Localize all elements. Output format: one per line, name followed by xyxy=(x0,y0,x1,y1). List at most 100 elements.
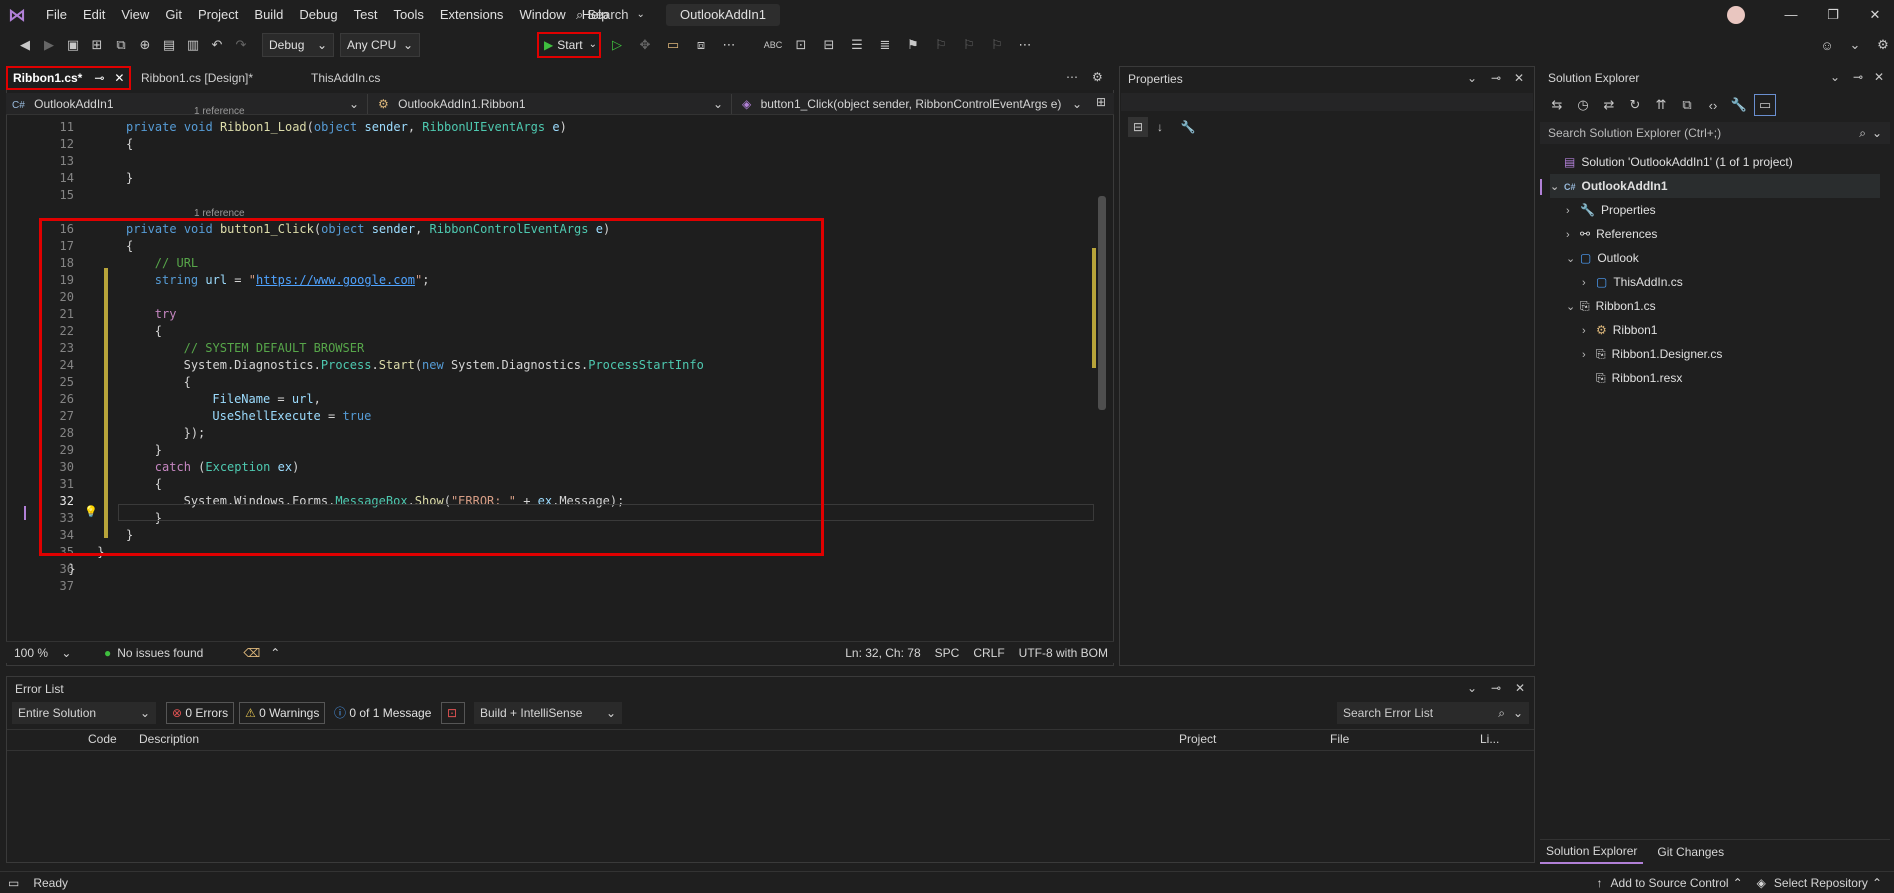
spell-check-icon[interactable]: ABC xyxy=(762,34,784,56)
visual-studio-logo-icon[interactable]: ⋈ xyxy=(6,5,28,25)
chevron-down-icon[interactable]: ⌄ xyxy=(1830,70,1840,84)
menu-git[interactable]: Git xyxy=(157,0,190,30)
menu-view[interactable]: View xyxy=(113,0,157,30)
start-button[interactable]: ▶ Start ⌄ xyxy=(537,32,601,58)
tree-references[interactable]: › ⚯ References xyxy=(1566,222,1657,246)
undo-icon[interactable]: ↶ xyxy=(206,34,228,56)
error-search-box[interactable]: Search Error List ⌕ ⌄ xyxy=(1337,702,1529,724)
new-item-icon[interactable]: ⊞ xyxy=(86,34,108,56)
chevron-up-icon[interactable]: ⌃ xyxy=(270,646,280,660)
forward-icon[interactable]: ▶ xyxy=(38,34,60,56)
next-bookmark-icon[interactable]: ⚐ xyxy=(958,34,980,56)
messages-filter[interactable]: ⓘ 0 of 1 Message xyxy=(328,702,437,724)
menu-debug[interactable]: Debug xyxy=(291,0,345,30)
object-selector[interactable] xyxy=(1121,93,1533,111)
code-line[interactable]: 36} xyxy=(6,561,1096,578)
chevron-down-icon[interactable]: ⌄ xyxy=(1844,34,1866,56)
code-text[interactable]: } xyxy=(126,170,133,187)
tree-thisaddin[interactable]: › ▢ ThisAddIn.cs xyxy=(1582,270,1683,294)
alphabetical-icon[interactable]: ↓ xyxy=(1150,117,1170,137)
collapse-all-icon[interactable]: ⇈ xyxy=(1650,94,1672,116)
pin-icon[interactable]: ⊸ xyxy=(1853,70,1863,84)
chevron-down-icon[interactable]: ⌄ xyxy=(1513,706,1523,720)
tree-ribbon1-cs[interactable]: ⌄ ⎘ Ribbon1.cs xyxy=(1566,294,1656,318)
chevron-down-icon[interactable]: ⌄ xyxy=(1872,126,1882,140)
settings-icon[interactable]: ⚙ xyxy=(1092,70,1103,84)
folder-icon[interactable]: ▭ xyxy=(662,34,684,56)
tab-solution-explorer[interactable]: Solution Explorer xyxy=(1540,840,1644,864)
brush-icon[interactable]: ⌫ xyxy=(243,646,260,660)
redo-icon[interactable]: ↷ xyxy=(230,34,252,56)
code-line[interactable]: 14} xyxy=(6,170,1096,187)
refresh-icon[interactable]: ↻ xyxy=(1624,94,1646,116)
code-line[interactable]: 12 { xyxy=(6,136,1096,153)
show-all-files-icon[interactable]: ⧉ xyxy=(1676,94,1698,116)
issues-status[interactable]: No issues found xyxy=(117,646,203,660)
tree-ribbon1-resx[interactable]: ⎘ Ribbon1.resx xyxy=(1582,366,1682,390)
menu-test[interactable]: Test xyxy=(346,0,386,30)
code-text[interactable]: { xyxy=(126,136,133,153)
menu-file[interactable]: File xyxy=(38,0,75,30)
menu-extensions[interactable]: Extensions xyxy=(432,0,512,30)
code-icon[interactable]: ‹› xyxy=(1702,94,1724,116)
select-repository[interactable]: Select Repository xyxy=(1774,876,1868,890)
platform-dropdown[interactable]: Any CPU ⌄ xyxy=(340,33,420,57)
tree-properties[interactable]: › 🔧 Properties xyxy=(1566,198,1656,222)
close-icon[interactable]: ✕ xyxy=(114,71,124,85)
history-icon[interactable]: ◷ xyxy=(1572,94,1594,116)
configuration-dropdown[interactable]: Debug ⌄ xyxy=(262,33,334,57)
menu-window[interactable]: Window xyxy=(511,0,573,30)
tree-project[interactable]: ⌄ C# OutlookAddIn1 xyxy=(1550,174,1880,198)
reference-count-lens[interactable]: 1 reference xyxy=(194,106,245,118)
pin-icon[interactable]: ⊸ xyxy=(1491,681,1501,695)
code-line[interactable]: 15 xyxy=(6,187,1096,204)
filter-toggle[interactable]: ⊡ xyxy=(441,702,465,724)
code-text[interactable]: } xyxy=(68,561,75,578)
close-icon[interactable]: ✕ xyxy=(1874,70,1884,84)
hot-reload-icon[interactable]: ✥ xyxy=(634,34,656,56)
column-code[interactable]: Code xyxy=(88,732,117,746)
errors-filter[interactable]: ⊗ 0 Errors xyxy=(166,702,235,724)
bookmark-icon[interactable]: ⚑ xyxy=(902,34,924,56)
new-project-icon[interactable]: ▣ xyxy=(62,34,84,56)
open-icon[interactable]: ⧉ xyxy=(110,34,132,56)
clear-bookmarks-icon[interactable]: ⚐ xyxy=(986,34,1008,56)
menu-tools[interactable]: Tools xyxy=(385,0,431,30)
back-icon[interactable]: ◀ xyxy=(14,34,36,56)
tree-solution[interactable]: ▤ Solution 'OutlookAddIn1' (1 of 1 projec… xyxy=(1550,150,1793,174)
tab-ribbon1-cs[interactable]: Ribbon1.cs* ⊸ ✕ xyxy=(6,66,131,90)
tree-outlook[interactable]: ⌄ ▢ Outlook xyxy=(1566,246,1639,270)
tab-ribbon1-design[interactable]: Ribbon1.cs [Design]* xyxy=(133,66,283,90)
more-icon[interactable]: ⋯ xyxy=(1014,34,1036,56)
preview-icon[interactable]: ▭ xyxy=(1754,94,1776,116)
menu-edit[interactable]: Edit xyxy=(75,0,113,30)
close-icon[interactable]: ✕ xyxy=(1515,681,1525,695)
pin-icon[interactable]: ⊸ xyxy=(1491,71,1501,85)
indent-mode[interactable]: SPC xyxy=(935,646,960,660)
tree-ribbon1-class[interactable]: › ⚙ Ribbon1 xyxy=(1582,318,1657,342)
window-icon[interactable]: ⧈ xyxy=(690,34,712,56)
switch-views-icon[interactable]: ⇄ xyxy=(1598,94,1620,116)
encoding[interactable]: UTF-8 with BOM xyxy=(1019,646,1108,660)
outdent-icon[interactable]: ☰ xyxy=(846,34,868,56)
column-project[interactable]: Project xyxy=(1179,732,1216,746)
start-without-debugging-icon[interactable]: ▷ xyxy=(606,34,628,56)
tree-ribbon1-designer[interactable]: › ⎘ Ribbon1.Designer.cs xyxy=(1582,342,1722,366)
line-ending[interactable]: CRLF xyxy=(973,646,1004,660)
sync-icon[interactable]: ⇆ xyxy=(1546,94,1568,116)
categorized-icon[interactable]: ⊟ xyxy=(1128,117,1148,137)
tab-git-changes[interactable]: Git Changes xyxy=(1651,841,1730,863)
uncomment-icon[interactable]: ⊟ xyxy=(818,34,840,56)
code-text[interactable]: private void Ribbon1_Load(object sender,… xyxy=(126,119,567,136)
indent-icon[interactable]: ≣ xyxy=(874,34,896,56)
error-search-input[interactable]: Search Error List xyxy=(1343,706,1433,720)
minimize-icon[interactable]: — xyxy=(1770,0,1812,30)
solution-search-input[interactable]: Search Solution Explorer (Ctrl+;) xyxy=(1548,126,1721,140)
add-item-icon[interactable]: ⊕ xyxy=(134,34,156,56)
warnings-filter[interactable]: ⚠ 0 Warnings xyxy=(239,702,326,724)
tab-overflow-icon[interactable]: ⋯ xyxy=(1066,70,1078,84)
prev-bookmark-icon[interactable]: ⚐ xyxy=(930,34,952,56)
project-dropdown[interactable]: C# OutlookAddIn1 ⌄ xyxy=(6,94,368,114)
editor-scrollbar[interactable] xyxy=(1098,196,1106,410)
more-icon[interactable]: ⋯ xyxy=(718,34,740,56)
